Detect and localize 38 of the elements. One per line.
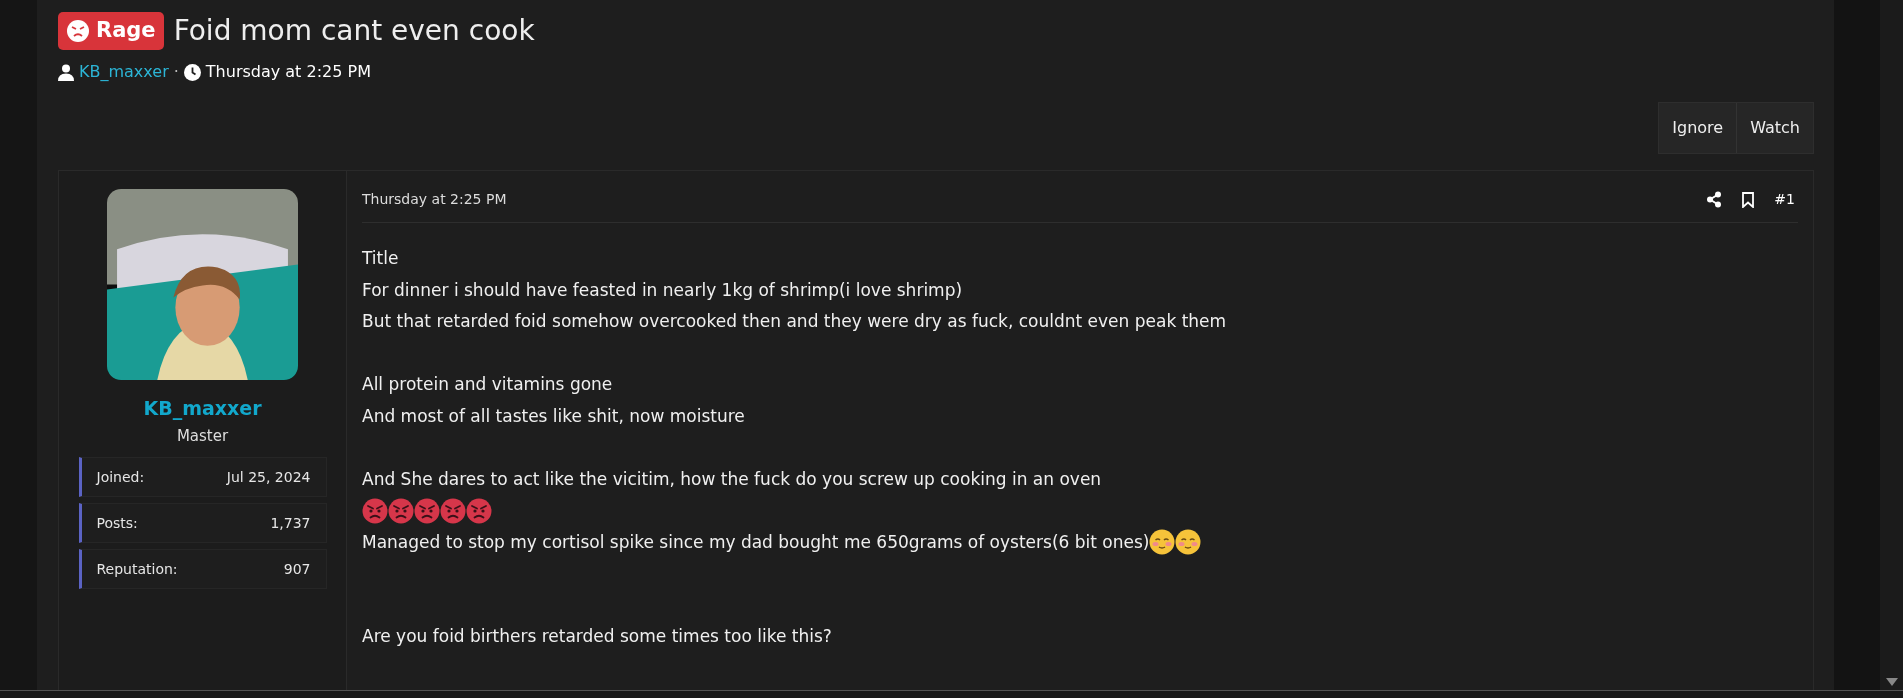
post-text-line: Title	[362, 247, 399, 270]
angry-face-icon	[66, 19, 90, 43]
watch-button[interactable]: Watch	[1736, 103, 1813, 153]
blushing-face-icon	[1175, 529, 1202, 556]
author-link[interactable]: KB_maxxer	[79, 60, 169, 84]
post-text-line: Managed to stop my cortisol spike since my dad bought me 650grams of oysters(6 bit ones)	[362, 530, 1150, 554]
post-text-line: And She dares to act like the vicitim, how the fuck do you screw up cooking in an oven	[362, 467, 1102, 491]
angry-face-icon	[414, 497, 440, 524]
post-number-link[interactable]: #1	[1774, 189, 1795, 210]
thread-title: Foid mom cant even cook	[173, 13, 535, 49]
post-text-line: All protein and vitamins gone	[362, 373, 613, 396]
bookmark-icon[interactable]	[1742, 191, 1755, 208]
meta-separator: ·	[173, 61, 179, 83]
scroll-down-arrow-icon[interactable]	[1885, 678, 1898, 686]
post-text-line: And most of all tastes like shit, now moisture	[362, 404, 745, 428]
user-icon	[58, 63, 74, 81]
post-text-line: But that retarded foid somehow overcooked then and they were dry as fuck, couldnt even peak them	[362, 310, 1227, 333]
username[interactable]: KB_maxxer	[143, 394, 262, 423]
post-text-line: For dinner i should have feasted in nearly 1kg of shrimp(i love shrimp)	[362, 278, 963, 302]
ignore-button[interactable]: Ignore	[1659, 103, 1737, 153]
angry-face-icon	[388, 497, 414, 524]
stat-label: Joined:	[96, 467, 145, 487]
post-text-line: Are you foid birthers retarded some times too like this?	[362, 625, 832, 648]
stat-value: Jul 25, 2024	[226, 467, 311, 487]
stat-label: Posts:	[96, 513, 138, 533]
share-icon[interactable]	[1706, 191, 1723, 208]
post-date[interactable]: Thursday at 2:25 PM	[362, 189, 507, 210]
angry-face-icon	[466, 497, 492, 524]
user-rank: Master	[176, 425, 229, 447]
angry-face-icon	[440, 497, 466, 524]
thread-date: Thursday at 2:25 PM	[205, 61, 371, 83]
angry-face-icon	[362, 497, 388, 524]
rage-prefix-badge[interactable]: Rage	[58, 12, 164, 50]
blushing-face-icon	[1149, 529, 1176, 556]
clock-icon	[183, 63, 201, 81]
stat-label: Reputation:	[96, 559, 178, 579]
stat-value: 907	[283, 559, 311, 579]
stat-value: 1,737	[270, 513, 311, 533]
